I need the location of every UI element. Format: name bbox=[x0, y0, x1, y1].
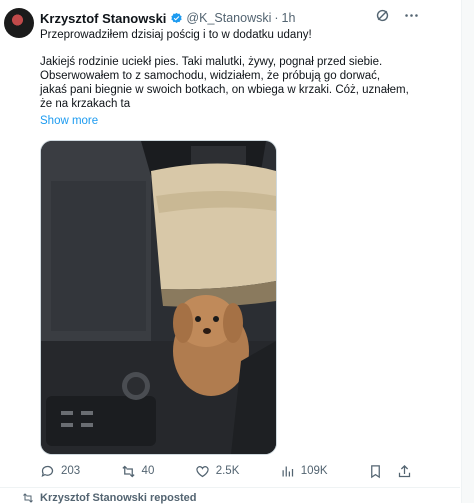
author-handle[interactable]: @K_Stanowski bbox=[186, 11, 271, 25]
bookmark-icon[interactable] bbox=[368, 464, 383, 479]
tweet-header: Krzysztof Stanowski @K_Stanowski · 1h bbox=[40, 9, 295, 27]
views-count: 109K bbox=[300, 465, 328, 477]
tweet-text-line1: Przeprowadziłem dzisiaj pościg i to w do… bbox=[40, 29, 312, 41]
views-chart-icon bbox=[282, 466, 293, 476]
show-more-link[interactable]: Show more bbox=[40, 115, 98, 127]
author-name[interactable]: Krzysztof Stanowski bbox=[40, 11, 166, 26]
post-time[interactable]: 1h bbox=[282, 11, 296, 25]
dog-photo bbox=[41, 141, 276, 454]
repost-icon bbox=[121, 465, 135, 477]
divider bbox=[0, 487, 460, 488]
secondary-actions bbox=[368, 464, 412, 479]
verified-badge-icon bbox=[171, 12, 183, 23]
repost-button[interactable]: 40 bbox=[121, 464, 155, 479]
share-icon[interactable] bbox=[397, 464, 412, 479]
tweet-card[interactable]: Krzysztof Stanowski @K_Stanowski · 1h Pr… bbox=[0, 0, 460, 504]
header-separator: · bbox=[274, 11, 279, 25]
views-button[interactable]: 109K bbox=[280, 464, 328, 479]
scrollbar-track[interactable] bbox=[461, 0, 474, 503]
heart-icon bbox=[196, 465, 209, 477]
reply-button[interactable]: 203 bbox=[40, 464, 80, 479]
repost-indicator[interactable]: Krzysztof Stanowski reposted bbox=[22, 492, 196, 504]
more-options-icon[interactable] bbox=[403, 7, 420, 24]
grok-icon[interactable] bbox=[374, 7, 391, 24]
tweet-media-image[interactable] bbox=[40, 140, 277, 455]
tweet-text: Przeprowadziłem dzisiaj pościg i to w do… bbox=[40, 28, 410, 111]
like-button[interactable]: 2.5K bbox=[195, 464, 240, 479]
tweet-actions-bar: 203 40 2.5K 109K bbox=[40, 462, 412, 480]
repost-label: Krzysztof Stanowski reposted bbox=[40, 492, 197, 504]
reply-count: 203 bbox=[61, 465, 81, 477]
avatar[interactable] bbox=[4, 8, 34, 38]
like-count: 2.5K bbox=[215, 465, 240, 477]
reply-icon bbox=[41, 465, 54, 477]
header-actions bbox=[374, 7, 420, 24]
tweet-text-paragraph: Jakiejś rodzinie uciekł pies. Taki malut… bbox=[40, 56, 409, 110]
repost-small-icon bbox=[23, 493, 33, 503]
repost-count: 40 bbox=[141, 465, 155, 477]
